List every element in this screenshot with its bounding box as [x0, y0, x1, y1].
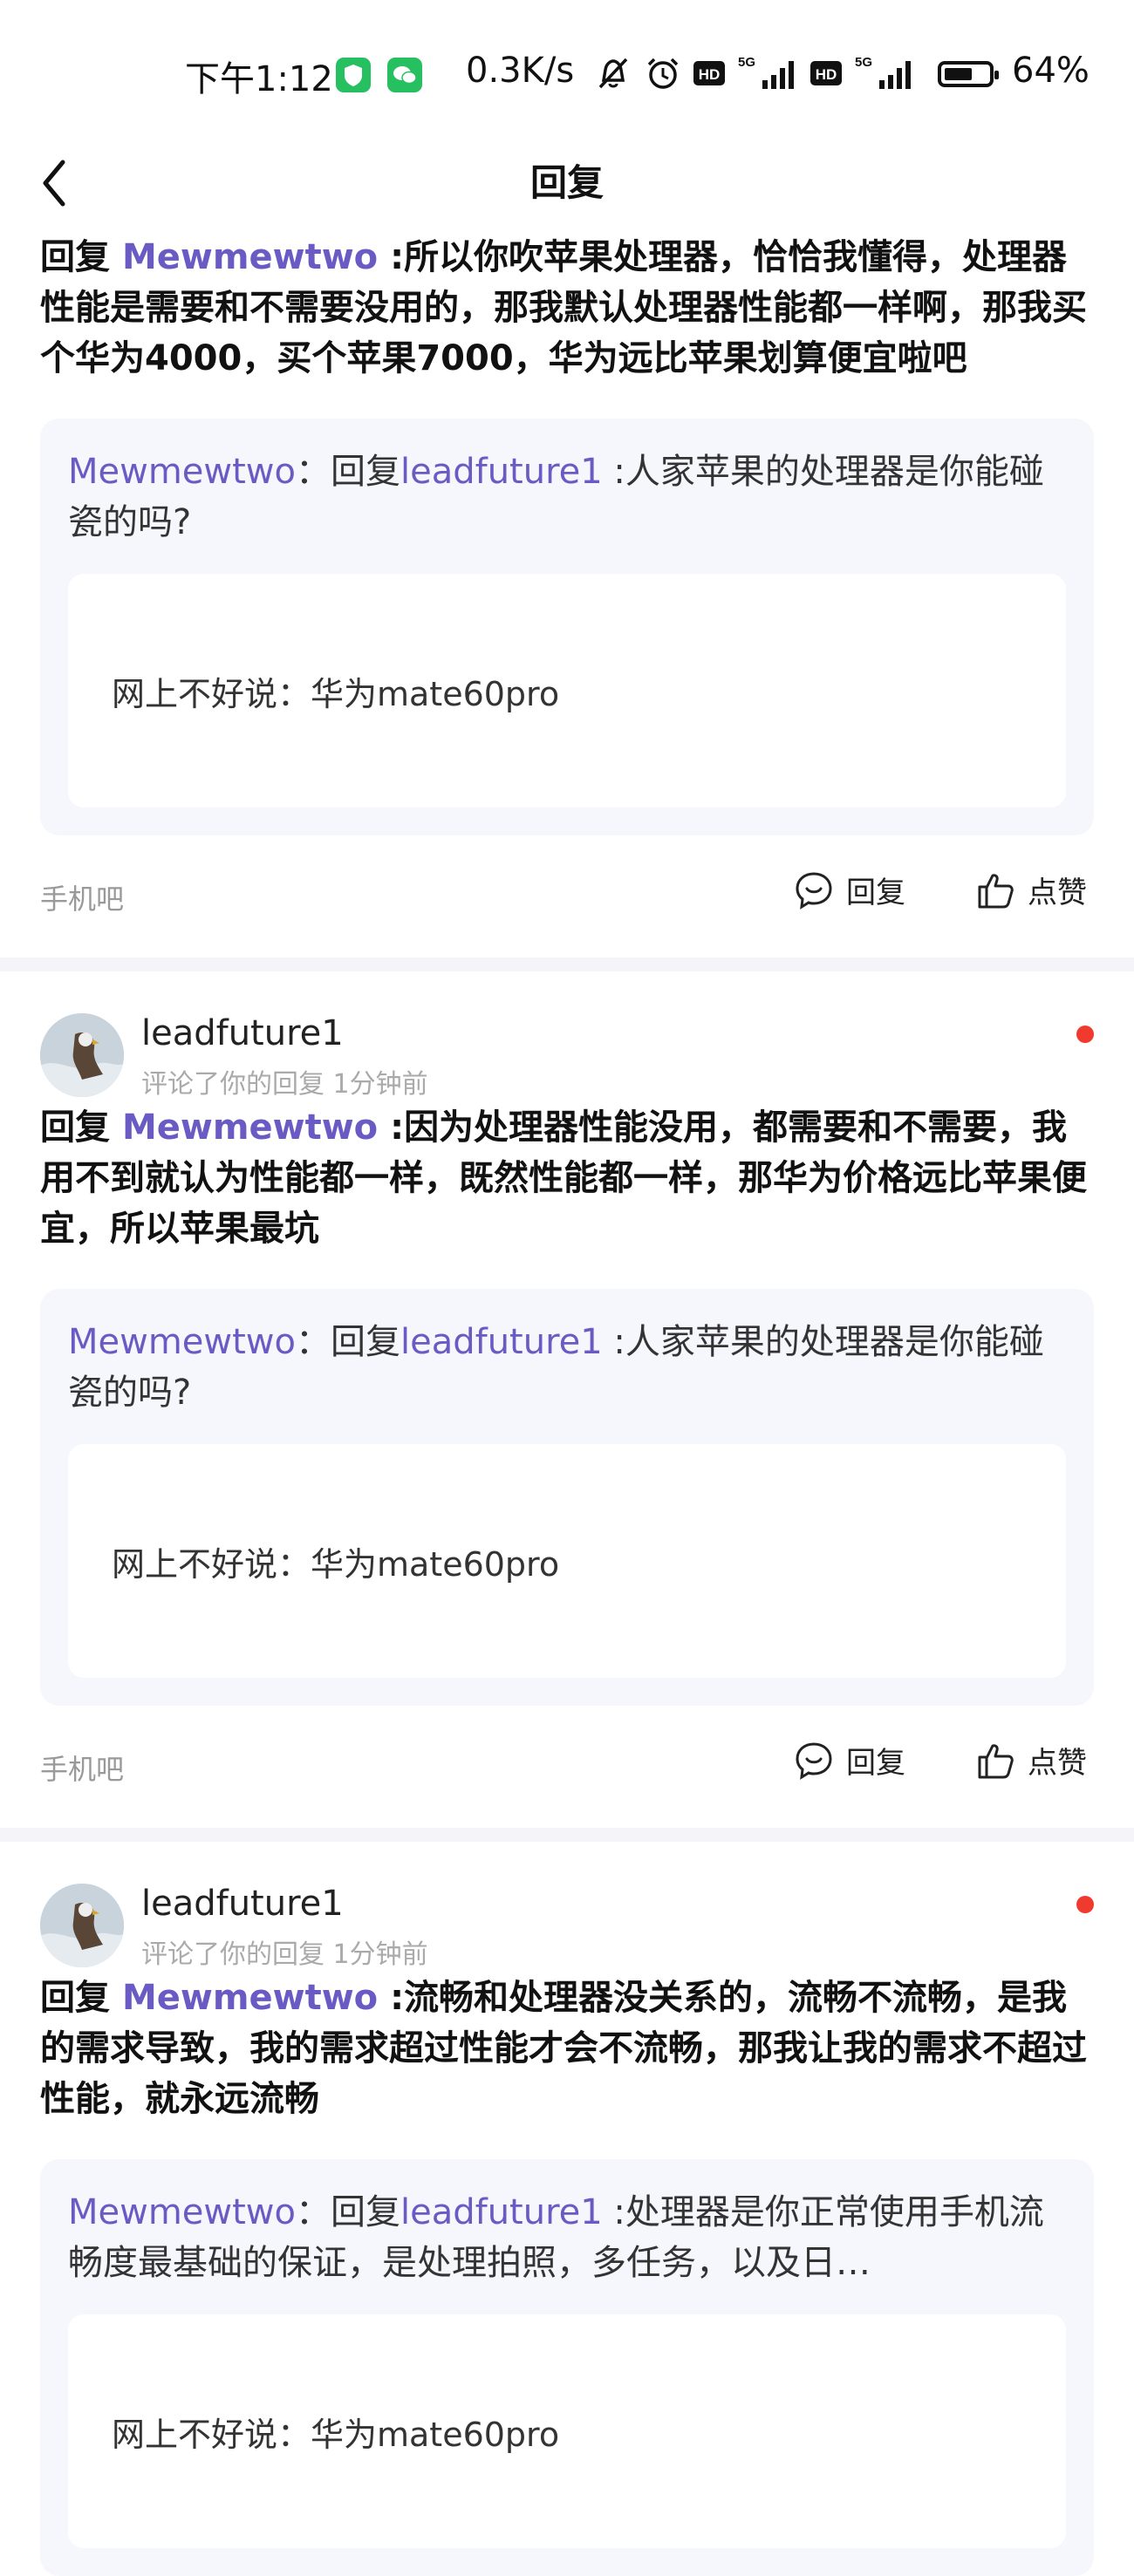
- svg-text:5G: 5G: [855, 55, 872, 70]
- network-speed: 0.3K/s: [466, 51, 575, 91]
- quoted-comment[interactable]: Mewmewtwo：回复leadfuture1 :人家苹果的处理器是你能碰瓷的吗…: [40, 1289, 1094, 1706]
- comment-icon: [796, 871, 832, 910]
- battery-icon: [938, 61, 999, 87]
- unread-dot: [1076, 1026, 1094, 1043]
- avatar[interactable]: [40, 1884, 124, 1967]
- wechat-app-icon: [387, 58, 422, 92]
- unread-dot: [1076, 1896, 1094, 1913]
- reply-list: 回复 Mewmewtwo :所以你吹苹果处理器，恰恰我懂得，处理器性能是需要和不…: [0, 227, 1134, 2576]
- reply-card[interactable]: leadfuture1 评论了你的回复 1分钟前 回复 Mewmewtwo :因…: [0, 971, 1134, 1828]
- card-header: leadfuture1 评论了你的回复 1分钟前: [0, 1842, 1134, 1973]
- status-time: 下午1:12: [185, 59, 333, 99]
- reply-text: 回复 Mewmewtwo :流畅和处理器没关系的，流畅不流畅，是我的需求导致，我…: [0, 1973, 1134, 2124]
- comment-meta: 评论了你的回复 1分钟前: [141, 1069, 428, 1100]
- reply-text: 回复 Mewmewtwo :所以你吹苹果处理器，恰恰我懂得，处理器性能是需要和不…: [0, 232, 1134, 384]
- quote-author[interactable]: Mewmewtwo: [68, 2192, 296, 2232]
- thumbs-up-icon: [978, 873, 1014, 908]
- quote-sep: ：回复: [296, 2192, 400, 2232]
- eagle-avatar-icon: [40, 1013, 124, 1097]
- username[interactable]: leadfuture1: [141, 1884, 344, 1924]
- reply-button[interactable]: 回复: [794, 1739, 905, 1782]
- reply-card[interactable]: leadfuture1 评论了你的回复 1分钟前 回复 Mewmewtwo :流…: [0, 1842, 1134, 2576]
- quote-sep: ：回复: [296, 452, 400, 492]
- thumbs-up-icon: [978, 1743, 1014, 1778]
- card-actions: 手机吧 回复 点赞: [0, 1706, 1134, 1828]
- quote-author[interactable]: Mewmewtwo: [68, 1322, 296, 1362]
- quote-text: Mewmewtwo：回复leadfuture1 :人家苹果的处理器是你能碰瓷的吗…: [68, 446, 1066, 548]
- original-post-link[interactable]: 网上不好说：华为mate60pro: [68, 574, 1066, 808]
- divider: [0, 1828, 1134, 1842]
- divider: [0, 957, 1134, 971]
- reply-prefix: 回复: [40, 1107, 110, 1148]
- eagle-avatar-icon: [40, 1884, 124, 1967]
- svg-text:HD: HD: [699, 66, 721, 83]
- reply-button[interactable]: 回复: [794, 869, 905, 911]
- quote-sep: ：回复: [296, 1322, 400, 1362]
- mention-link[interactable]: Mewmewtwo: [122, 1107, 378, 1148]
- card-actions: 手机吧 回复 点赞: [0, 835, 1134, 957]
- quote-target[interactable]: leadfuture1: [400, 2192, 603, 2232]
- card-header: leadfuture1 评论了你的回复 1分钟前: [0, 971, 1134, 1102]
- quote-text: Mewmewtwo：回复leadfuture1 :处理器是你正常使用手机流畅度最…: [68, 2187, 1066, 2288]
- quote-author[interactable]: Mewmewtwo: [68, 452, 296, 492]
- svg-text:HD: HD: [816, 66, 837, 83]
- mute-icon: [598, 58, 628, 89]
- svg-text:5G: 5G: [738, 55, 755, 70]
- reply-label: 回复: [846, 1746, 905, 1781]
- signal-5g-icon-2: 5G: [855, 55, 911, 89]
- page-title: 回复: [529, 161, 604, 204]
- username[interactable]: leadfuture1: [141, 1013, 344, 1053]
- like-label: 点赞: [1028, 876, 1087, 910]
- status-icons: HD 5G HD 5G: [593, 54, 916, 92]
- original-post-link[interactable]: 网上不好说：华为mate60pro: [68, 2314, 1066, 2548]
- comment-meta: 评论了你的回复 1分钟前: [141, 1939, 428, 1970]
- quoted-comment[interactable]: Mewmewtwo：回复leadfuture1 :处理器是你正常使用手机流畅度最…: [40, 2159, 1094, 2576]
- original-post-link[interactable]: 网上不好说：华为mate60pro: [68, 1444, 1066, 1678]
- like-button[interactable]: 点赞: [975, 869, 1087, 911]
- like-button[interactable]: 点赞: [975, 1739, 1087, 1782]
- mention-link[interactable]: Mewmewtwo: [122, 237, 378, 277]
- quote-text: Mewmewtwo：回复leadfuture1 :人家苹果的处理器是你能碰瓷的吗…: [68, 1317, 1066, 1418]
- alarm-icon: [647, 58, 679, 89]
- top-nav-bar: 回复: [0, 140, 1134, 228]
- reply-prefix: 回复: [40, 1978, 110, 2018]
- signal-5g-icon: 5G: [738, 55, 794, 89]
- mention-link[interactable]: Mewmewtwo: [122, 1978, 378, 2018]
- reply-card[interactable]: 回复 Mewmewtwo :所以你吹苹果处理器，恰恰我懂得，处理器性能是需要和不…: [0, 227, 1134, 957]
- like-label: 点赞: [1028, 1746, 1087, 1781]
- forum-name[interactable]: 手机吧: [40, 877, 124, 917]
- quote-target[interactable]: leadfuture1: [400, 1322, 603, 1362]
- quote-target[interactable]: leadfuture1: [400, 452, 603, 492]
- status-bar: 下午1:12 0.3K/s HD 5G HD 5G 64%: [0, 0, 1134, 140]
- reply-text: 回复 Mewmewtwo :因为处理器性能没用，都需要和不需要，我用不到就认为性…: [0, 1102, 1134, 1254]
- battery-percent: 64%: [1012, 51, 1090, 91]
- forum-name[interactable]: 手机吧: [40, 1748, 124, 1788]
- avatar[interactable]: [40, 1013, 124, 1097]
- quoted-comment[interactable]: Mewmewtwo：回复leadfuture1 :人家苹果的处理器是你能碰瓷的吗…: [40, 419, 1094, 835]
- shield-app-icon: [336, 58, 371, 92]
- reply-label: 回复: [846, 876, 905, 910]
- comment-icon: [796, 1741, 832, 1780]
- hd-icon-2: HD: [810, 61, 842, 85]
- reply-prefix: 回复: [40, 237, 110, 277]
- hd-icon: HD: [693, 61, 725, 85]
